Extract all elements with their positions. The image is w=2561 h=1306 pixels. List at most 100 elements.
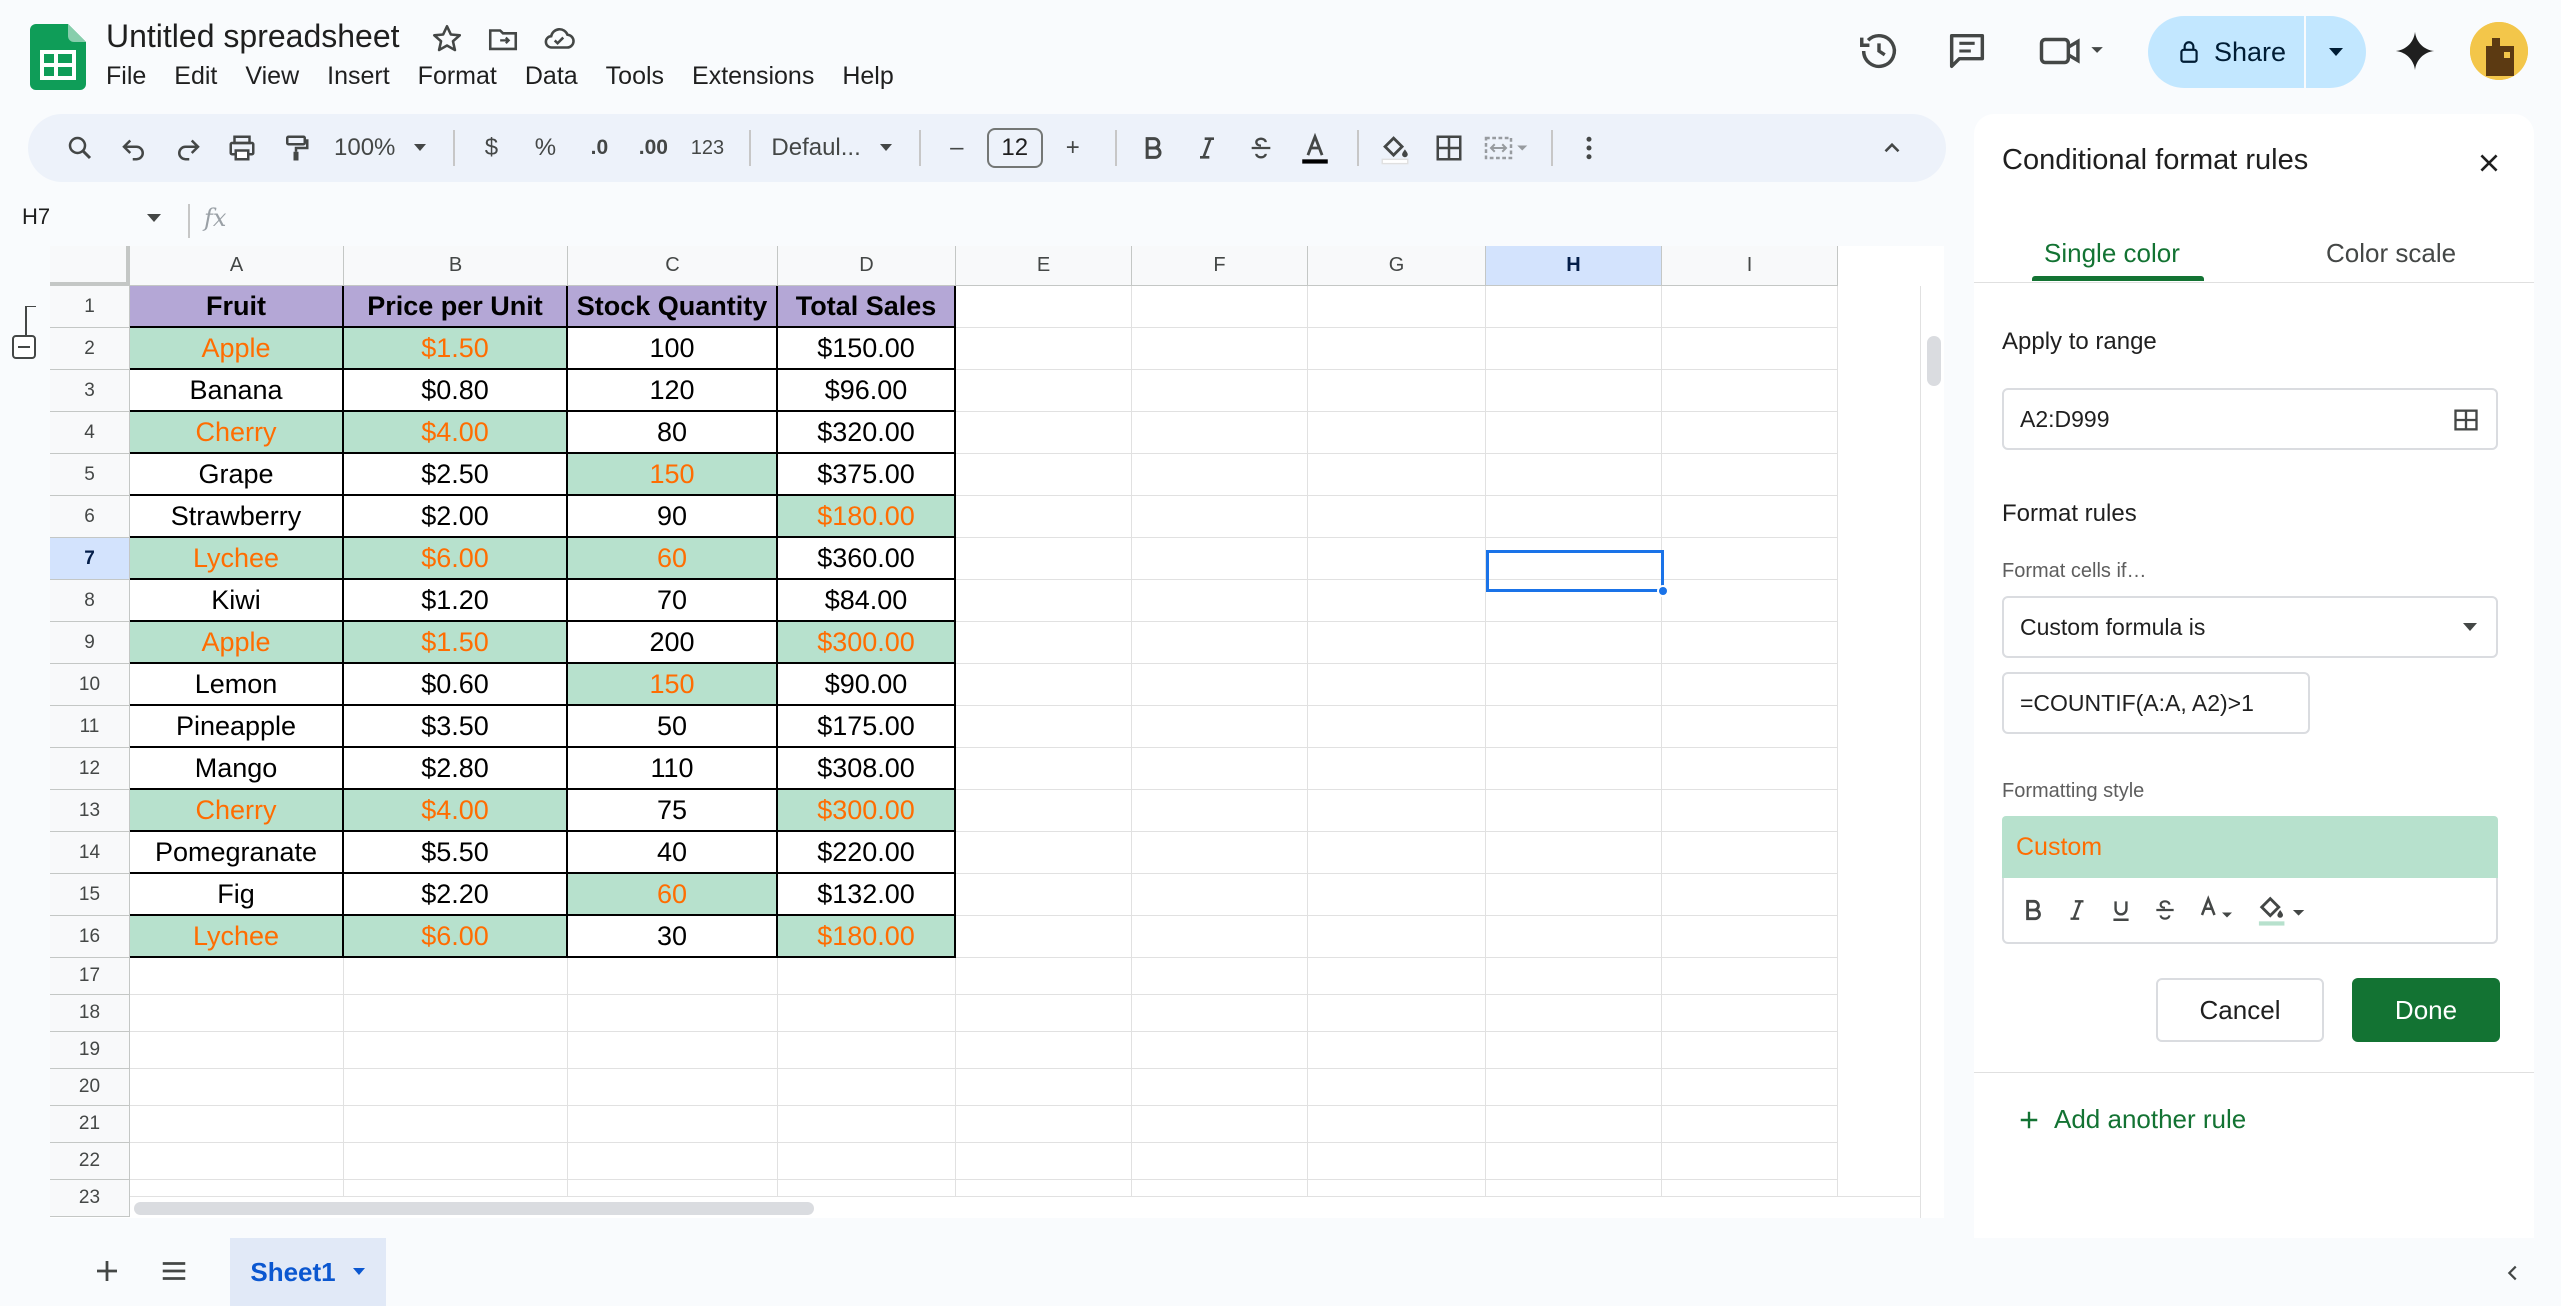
cell-e19[interactable] (956, 1032, 1132, 1069)
cell-e5[interactable] (956, 454, 1132, 496)
cell-b14[interactable]: $5.50 (344, 832, 568, 874)
cell-i1[interactable] (1662, 286, 1838, 328)
cloud-saved-icon[interactable] (542, 22, 576, 56)
borders-icon[interactable] (1425, 124, 1473, 172)
side-panel-collapse-icon[interactable] (2502, 1262, 2524, 1284)
tab-single-color[interactable]: Single color (2044, 238, 2180, 269)
menu-help[interactable]: Help (842, 62, 893, 91)
row-header-6[interactable]: 6 (50, 496, 130, 538)
add-another-rule-button[interactable]: Add another rule (2018, 1104, 2246, 1135)
row-header-4[interactable]: 4 (50, 412, 130, 454)
cell-a13[interactable]: Cherry (130, 790, 344, 832)
cell-c15[interactable]: 60 (568, 874, 778, 916)
cell-i11[interactable] (1662, 706, 1838, 748)
cell-a12[interactable]: Mango (130, 748, 344, 790)
cell-a14[interactable]: Pomegranate (130, 832, 344, 874)
cell-i3[interactable] (1662, 370, 1838, 412)
cell-a20[interactable] (130, 1069, 344, 1106)
name-box-dropdown-icon[interactable] (146, 212, 162, 224)
row-header-13[interactable]: 13 (50, 790, 130, 832)
decrease-decimal-button[interactable]: .0 (575, 124, 623, 172)
cell-a21[interactable] (130, 1106, 344, 1143)
cell-h1[interactable] (1486, 286, 1662, 328)
cell-f8[interactable] (1132, 580, 1308, 622)
cell-g13[interactable] (1308, 790, 1486, 832)
row-header-23[interactable]: 23 (50, 1180, 130, 1217)
italic-icon[interactable] (1183, 124, 1231, 172)
add-sheet-icon[interactable] (92, 1256, 122, 1286)
cell-c2[interactable]: 100 (568, 328, 778, 370)
menu-insert[interactable]: Insert (327, 62, 390, 91)
cell-e12[interactable] (956, 748, 1132, 790)
comments-icon[interactable] (1944, 28, 1990, 74)
star-icon[interactable] (430, 22, 464, 56)
cell-i22[interactable] (1662, 1143, 1838, 1180)
row-header-21[interactable]: 21 (50, 1106, 130, 1143)
cell-g21[interactable] (1308, 1106, 1486, 1143)
vertical-scroll-thumb[interactable] (1927, 336, 1941, 386)
cell-h11[interactable] (1486, 706, 1662, 748)
cell-a11[interactable]: Pineapple (130, 706, 344, 748)
collapse-toolbar-icon[interactable] (1868, 124, 1916, 172)
row-header-7[interactable]: 7 (50, 538, 130, 580)
cell-i8[interactable] (1662, 580, 1838, 622)
cell-a5[interactable]: Grape (130, 454, 344, 496)
cell-a10[interactable]: Lemon (130, 664, 344, 706)
cell-g8[interactable] (1308, 580, 1486, 622)
cell-a3[interactable]: Banana (130, 370, 344, 412)
cell-c6[interactable]: 90 (568, 496, 778, 538)
cell-e1[interactable] (956, 286, 1132, 328)
cell-d5[interactable]: $375.00 (778, 454, 956, 496)
cell-c3[interactable]: 120 (568, 370, 778, 412)
select-range-icon[interactable] (2452, 406, 2480, 434)
italic-icon[interactable] (2064, 897, 2090, 923)
cell-e7[interactable] (956, 538, 1132, 580)
cancel-button[interactable]: Cancel (2156, 978, 2324, 1042)
menu-data[interactable]: Data (525, 62, 578, 91)
cell-d16[interactable]: $180.00 (778, 916, 956, 958)
close-icon[interactable] (2476, 150, 2502, 176)
cell-b12[interactable]: $2.80 (344, 748, 568, 790)
row-header-5[interactable]: 5 (50, 454, 130, 496)
cell-d3[interactable]: $96.00 (778, 370, 956, 412)
menu-file[interactable]: File (106, 62, 146, 91)
cell-f16[interactable] (1132, 916, 1308, 958)
cell-i16[interactable] (1662, 916, 1838, 958)
cell-c12[interactable]: 110 (568, 748, 778, 790)
bold-icon[interactable] (2020, 897, 2046, 923)
cell-a1[interactable]: Fruit (130, 286, 344, 328)
cell-g2[interactable] (1308, 328, 1486, 370)
cell-b22[interactable] (344, 1143, 568, 1180)
cell-e13[interactable] (956, 790, 1132, 832)
cell-c4[interactable]: 80 (568, 412, 778, 454)
cell-f14[interactable] (1132, 832, 1308, 874)
cell-g14[interactable] (1308, 832, 1486, 874)
cell-b15[interactable]: $2.20 (344, 874, 568, 916)
spreadsheet-grid[interactable]: ABCDEFGHI 1 2 3 4 5 6 7 8 9 10 11 12 13 14 15 16 17 18 19 2… (0, 246, 1944, 1218)
cell-c20[interactable] (568, 1069, 778, 1106)
cell-a6[interactable]: Strawberry (130, 496, 344, 538)
cell-d15[interactable]: $132.00 (778, 874, 956, 916)
paint-format-icon[interactable] (272, 124, 320, 172)
cell-g19[interactable] (1308, 1032, 1486, 1069)
fill-handle[interactable] (1657, 585, 1669, 597)
cell-h19[interactable] (1486, 1032, 1662, 1069)
cell-b8[interactable]: $1.20 (344, 580, 568, 622)
cell-f18[interactable] (1132, 995, 1308, 1032)
cell-d1[interactable]: Total Sales (778, 286, 956, 328)
cell-g3[interactable] (1308, 370, 1486, 412)
cell-e22[interactable] (956, 1143, 1132, 1180)
cell-a4[interactable]: Cherry (130, 412, 344, 454)
row-header-11[interactable]: 11 (50, 706, 130, 748)
cell-d4[interactable]: $320.00 (778, 412, 956, 454)
cell-e15[interactable] (956, 874, 1132, 916)
cell-g17[interactable] (1308, 958, 1486, 995)
increase-decimal-button[interactable]: .00 (629, 124, 677, 172)
row-header-3[interactable]: 3 (50, 370, 130, 412)
cell-g10[interactable] (1308, 664, 1486, 706)
cell-g1[interactable] (1308, 286, 1486, 328)
move-folder-icon[interactable] (486, 22, 520, 56)
cell-i13[interactable] (1662, 790, 1838, 832)
cell-i19[interactable] (1662, 1032, 1838, 1069)
cell-a16[interactable]: Lychee (130, 916, 344, 958)
